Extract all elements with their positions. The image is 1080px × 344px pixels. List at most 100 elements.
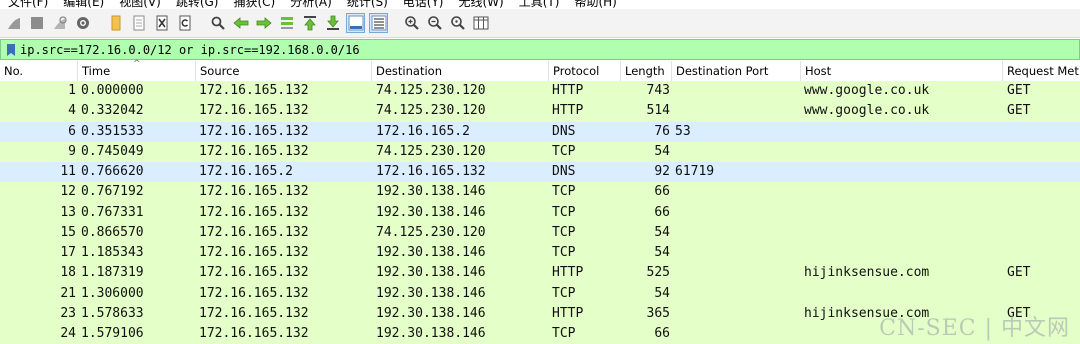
packet-destination: 192.30.138.146: [376, 184, 486, 200]
go-first-icon[interactable]: [300, 13, 319, 33]
zoom-out-icon[interactable]: [425, 13, 444, 33]
packet-source: 172.16.165.132: [199, 245, 309, 260]
display-filter-bar[interactable]: ip.src==172.16.0.0/12 or ip.src==192.168…: [0, 39, 1080, 60]
display-filter-input[interactable]: ip.src==172.16.0.0/12 or ip.src==192.168…: [20, 43, 360, 57]
resize-columns-icon[interactable]: [471, 13, 490, 33]
open-file-icon[interactable]: [106, 13, 125, 33]
packet-row[interactable]: 12 0.767192 172.16.165.132 192.30.138.146 TC…: [0, 182, 1080, 203]
find-icon[interactable]: [208, 13, 227, 33]
packet-protocol: TCP: [552, 285, 576, 301]
packet-row[interactable]: 11 0.766620 172.16.165.2 172.16.165.132 DNS 9…: [0, 162, 1080, 183]
restart-icon[interactable]: [50, 13, 69, 33]
go-to-packet-icon[interactable]: [277, 13, 296, 33]
packet-row[interactable]: 1 0.000000 172.16.165.132 74.125.230.120 HTT…: [0, 81, 1080, 102]
column-header-protocol[interactable]: Protocol: [549, 61, 621, 81]
packet-source: 172.16.165.132: [199, 83, 309, 98]
packet-destination: 172.16.165.132: [376, 164, 486, 179]
packet-request-method: [1007, 182, 1080, 202]
packet-time: 0.766620: [81, 164, 144, 179]
watermark: CN-SEC | 中文网: [879, 316, 1070, 341]
column-header-length[interactable]: Length: [621, 61, 672, 81]
toolbar-separator: [392, 13, 400, 33]
packet-request-method: [1007, 162, 1080, 182]
packet-request-method: [1007, 284, 1080, 304]
packet-host: www.google.co.uk: [804, 83, 930, 98]
packet-time: 0.767192: [81, 184, 144, 200]
packet-time: 0.745049: [81, 143, 144, 159]
packet-row[interactable]: 4 0.332042 172.16.165.132 74.125.230.120 HTT…: [0, 101, 1080, 122]
packet-request-method: GET: [1007, 265, 1031, 281]
packet-no: 15: [60, 224, 76, 240]
packet-source: 172.16.165.132: [199, 326, 309, 341]
packet-no: 1: [68, 83, 76, 98]
stop-icon[interactable]: [27, 13, 46, 33]
packet-length: 92: [654, 164, 670, 179]
packet-length: 66: [654, 326, 670, 341]
packet-length: 54: [654, 224, 670, 240]
close-file-icon[interactable]: [152, 13, 171, 33]
autoscroll-icon[interactable]: [346, 13, 365, 33]
packet-request-method: [1007, 223, 1080, 243]
packet-host: [804, 203, 1004, 223]
zoom-normal-icon[interactable]: [448, 13, 467, 33]
packet-host: hijinksensue.com: [804, 265, 930, 281]
packet-length: 514: [646, 103, 670, 119]
shark-fin-start-icon[interactable]: [4, 13, 23, 33]
packet-protocol: DNS: [552, 164, 576, 179]
zoom-in-icon[interactable]: [402, 13, 421, 33]
packet-protocol: HTTP: [552, 103, 584, 119]
packet-request-method: [1007, 122, 1080, 142]
packet-row[interactable]: 18 1.187319 172.16.165.132 192.30.138.146 HT…: [0, 263, 1080, 284]
column-header-request-method[interactable]: Request Met: [1003, 61, 1080, 81]
options-gear-icon[interactable]: [73, 13, 92, 33]
reload-icon[interactable]: [175, 13, 194, 33]
packet-time: 0.332042: [81, 103, 144, 119]
column-header-no[interactable]: No.: [0, 61, 78, 81]
packet-no: 23: [60, 305, 76, 321]
packet-host: www.google.co.uk: [804, 103, 930, 119]
packet-protocol: TCP: [552, 184, 576, 200]
packet-row[interactable]: 13 0.767331 172.16.165.132 192.30.138.146 TC…: [0, 202, 1080, 223]
column-header-source[interactable]: Source: [196, 61, 372, 81]
packet-destination-port: [675, 243, 800, 263]
packet-source: 172.16.165.132: [199, 184, 309, 200]
go-last-icon[interactable]: [323, 13, 342, 33]
packet-protocol: TCP: [552, 143, 576, 159]
bookmark-filter-icon[interactable]: [4, 41, 18, 58]
packet-row[interactable]: 9 0.745049 172.16.165.132 74.125.230.120 TCP…: [0, 141, 1080, 162]
packet-time: 1.579106: [81, 326, 144, 341]
packet-length: 743: [646, 83, 670, 98]
packet-time: 1.578633: [81, 305, 144, 321]
column-header-host[interactable]: Host: [801, 61, 1003, 81]
packet-no: 24: [60, 326, 76, 341]
packet-row[interactable]: 15 0.866570 172.16.165.132 74.125.230.120 TC…: [0, 222, 1080, 243]
packet-host: [804, 142, 1004, 162]
column-header-destination[interactable]: Destination: [372, 61, 549, 81]
go-back-icon[interactable]: [231, 13, 250, 33]
packet-time: 0.000000: [81, 83, 144, 98]
packet-row[interactable]: 21 1.306000 172.16.165.132 192.30.138.146 TC…: [0, 283, 1080, 304]
packet-protocol: DNS: [552, 123, 576, 139]
packet-destination-port: [675, 81, 800, 101]
save-file-icon[interactable]: [129, 13, 148, 33]
packet-protocol: TCP: [552, 204, 576, 220]
packet-destination-port: 53: [675, 123, 691, 139]
colorize-icon[interactable]: [369, 13, 388, 33]
packet-row[interactable]: 6 0.351533 172.16.165.132 172.16.165.2 DNS 76…: [0, 121, 1080, 142]
packet-request-method: [1007, 203, 1080, 223]
packet-length: 54: [654, 143, 670, 159]
packet-no: 21: [60, 285, 76, 301]
go-forward-icon[interactable]: [254, 13, 273, 33]
packet-destination-port: [675, 203, 800, 223]
packet-source: 172.16.165.132: [199, 204, 309, 220]
packet-host: [804, 162, 1004, 182]
packet-no: 13: [60, 204, 76, 220]
packet-destination: 192.30.138.146: [376, 265, 486, 281]
column-header-destination-port[interactable]: Destination Port: [672, 61, 801, 81]
packet-destination-port: 61719: [675, 164, 715, 179]
packet-row[interactable]: 17 1.185343 172.16.165.132 192.30.138.146 TC…: [0, 243, 1080, 264]
packet-source: 172.16.165.132: [199, 103, 309, 119]
packet-source: 172.16.165.132: [199, 123, 309, 139]
packet-source: 172.16.165.132: [199, 224, 309, 240]
packet-no: 17: [60, 245, 76, 260]
